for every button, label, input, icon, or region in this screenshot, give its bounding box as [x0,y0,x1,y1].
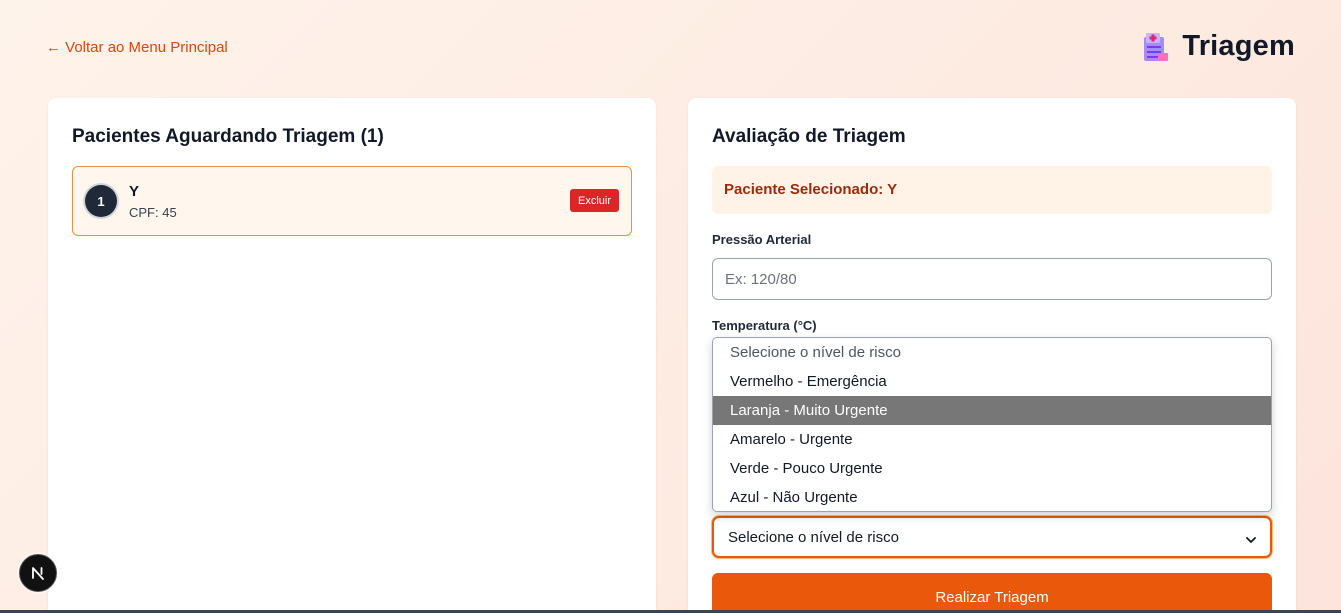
risk-option-highlighted[interactable]: Laranja - Muito Urgente [713,396,1271,425]
blood-pressure-input[interactable] [712,258,1272,300]
patient-list-item[interactable]: 1 Y CPF: 45 Excluir [72,166,632,236]
risk-option[interactable]: Verde - Pouco Urgente [713,454,1271,483]
waiting-patients-card: Pacientes Aguardando Triagem (1) 1 Y CPF… [48,98,656,613]
risk-option[interactable]: Amarelo - Urgente [713,425,1271,454]
blood-pressure-label: Pressão Arterial [712,232,812,247]
assessment-title: Avaliação de Triagem [712,126,906,147]
hospital-icon [1142,31,1170,63]
risk-level-dropdown-list: Selecione o nível de risco Vermelho - Em… [712,337,1272,512]
nextjs-logo-icon [32,567,44,580]
patient-queue-number: 1 [85,185,117,217]
page-header: Triagem [1142,30,1295,63]
risk-level-select-value: Selecione o nível de risco [728,528,899,546]
page-title: Triagem [1182,30,1295,62]
selected-patient-banner: Paciente Selecionado: Y [712,166,1272,214]
patient-cpf: CPF: 45 [129,205,177,220]
risk-option[interactable]: Azul - Não Urgente [713,483,1271,511]
risk-option[interactable]: Selecione o nível de risco [713,338,1271,367]
nextjs-dev-badge[interactable] [19,554,57,592]
risk-option[interactable]: Vermelho - Emergência [713,367,1271,396]
perform-triage-button[interactable]: Realizar Triagem [712,573,1272,613]
waiting-patients-title: Pacientes Aguardando Triagem (1) [72,126,384,147]
temperature-label: Temperatura (°C) [712,318,817,333]
chevron-down-icon [1246,532,1256,543]
delete-patient-button[interactable]: Excluir [569,189,619,212]
back-to-menu-link[interactable]: ← Voltar ao Menu Principal [46,39,228,56]
risk-level-select[interactable]: Selecione o nível de risco [712,516,1272,558]
patient-name: Y [129,183,140,200]
